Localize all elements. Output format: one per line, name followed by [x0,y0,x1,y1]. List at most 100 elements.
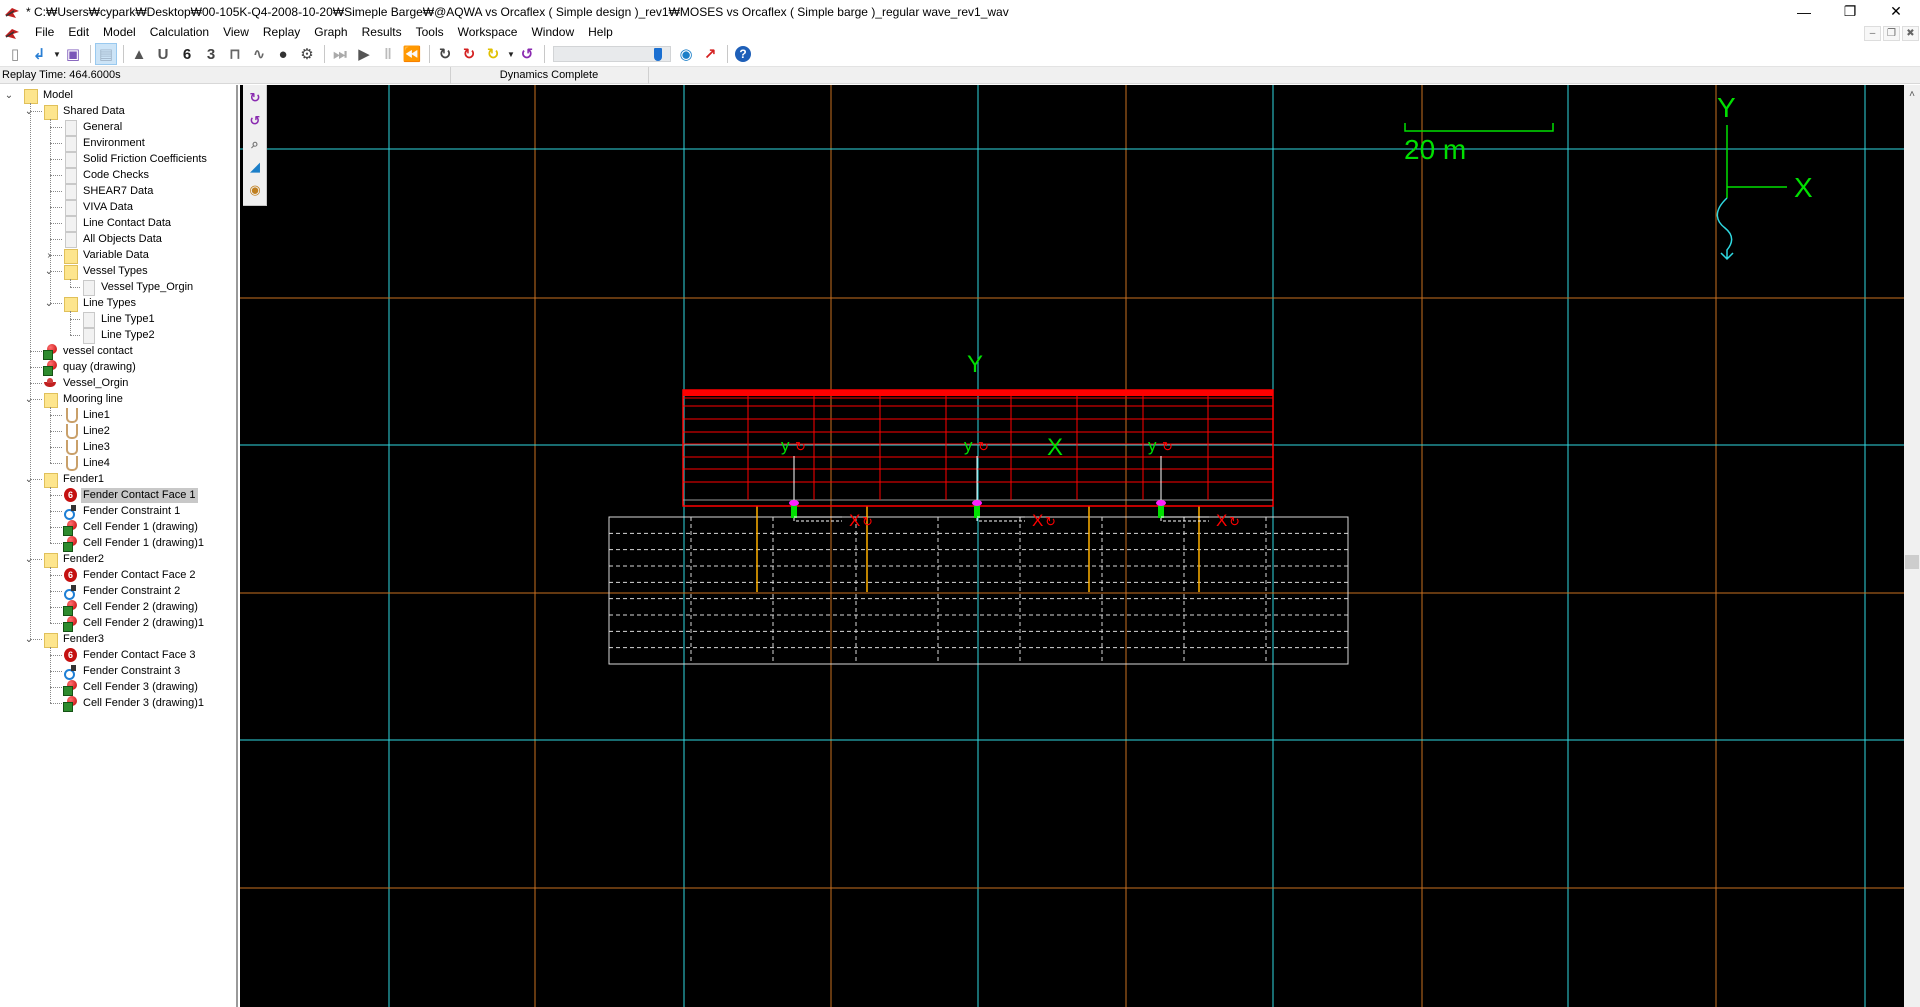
run-statics-button[interactable]: ↻ [434,43,456,65]
tree-item[interactable]: Line Type2 [80,327,157,344]
tree-item[interactable]: Line3 [62,439,112,455]
tree-item[interactable]: Fender Contact Face 1 [62,487,198,503]
rotate-around-icon[interactable]: ↺ [246,112,264,130]
menu-results[interactable]: Results [355,23,409,42]
slider-thumb[interactable] [654,48,663,61]
dropdown-arrow-icon[interactable]: ▼ [52,43,62,65]
menu-workspace[interactable]: Workspace [451,23,525,42]
tree-item[interactable]: Fender1 [42,471,106,488]
tree-item[interactable]: SHEAR7 Data [62,183,155,200]
graph-button[interactable]: ↗ [699,43,721,65]
scroll-up-icon[interactable]: ˄ [1904,87,1920,101]
replay-speed-slider[interactable] [553,46,671,62]
view-parameters-icon[interactable]: ◉ [246,181,264,199]
window-restore-button[interactable]: ❐ [1827,0,1873,23]
tree-item[interactable]: Line4 [62,455,112,471]
model-browser-button[interactable]: ▤ [95,43,117,65]
tree-item[interactable]: Vessel_Orgin [42,375,130,391]
rewind-button[interactable]: ⏪ [401,43,423,65]
play-button[interactable]: ▶ [353,43,375,65]
tree-item[interactable]: Line Contact Data [62,215,173,232]
3d-view-canvas[interactable]: YXy ↻X ↻y ↻X ↻y ↻X ↻20 mYX [240,85,1904,1007]
save-button[interactable]: ▣ [62,43,84,65]
zoom-icon[interactable]: ⌕ [246,135,264,153]
tree-item[interactable]: Environment [62,135,147,152]
scrollbar-thumb[interactable] [1905,555,1919,569]
tree-item[interactable]: Cell Fender 2 (drawing)1 [62,615,206,632]
tree-item[interactable]: Fender Constraint 3 [62,663,182,680]
rotate-up-icon[interactable]: ↻ [246,89,264,107]
new-shape-button[interactable]: ● [272,43,294,65]
shaded-view-icon[interactable]: ◢ [246,158,264,176]
reset-button[interactable]: ↺ [516,43,538,65]
new-line-button[interactable]: U [152,43,174,65]
menu-calculation[interactable]: Calculation [143,23,216,42]
tree-item[interactable]: Cell Fender 3 (drawing)1 [62,695,206,712]
tree-item[interactable]: quay (drawing) [42,359,138,376]
tree-item[interactable]: Cell Fender 1 (drawing) [62,519,200,536]
chevron-down-icon[interactable]: ⌄ [4,90,14,101]
tree-item[interactable]: vessel contact [42,343,135,360]
global-x-axis-label: X [1794,172,1813,203]
tree-item[interactable]: Variable Data [62,247,151,264]
tree-item[interactable]: General [62,119,124,136]
mdi-close-button[interactable]: ✖ [1902,26,1919,41]
new-vessel-button[interactable]: ▲ [128,43,150,65]
tree-item[interactable]: Code Checks [62,167,151,184]
pause-simulation-button[interactable]: ↻ [482,43,504,65]
menu-graph[interactable]: Graph [307,23,354,42]
tree-item[interactable]: Shared Data [42,103,127,120]
mdi-restore-button[interactable]: ❐ [1883,26,1900,41]
tree-item[interactable]: Solid Friction Coefficients [62,151,209,168]
run-dynamics-button[interactable]: ↻ [458,43,480,65]
menu-replay[interactable]: Replay [256,23,307,42]
new-link-button[interactable]: ∿ [248,43,270,65]
vertical-scrollbar[interactable]: ˄ [1904,85,1920,1007]
document-system-menu-icon[interactable] [4,26,20,40]
tree-item[interactable]: Fender Constraint 1 [62,503,182,520]
menu-view[interactable]: View [216,23,256,42]
menu-help[interactable]: Help [581,23,620,42]
tree-item[interactable]: Model [22,87,75,104]
tree-item-label: Cell Fender 3 (drawing) [83,680,198,693]
tree-item[interactable]: Mooring line [42,391,125,408]
tree-item[interactable]: Cell Fender 1 (drawing)1 [62,535,206,552]
tree-item[interactable]: Cell Fender 3 (drawing) [62,679,200,696]
tree-item[interactable]: Cell Fender 2 (drawing) [62,599,200,616]
pause-button[interactable]: ‖ [377,43,399,65]
new-constraint-button[interactable]: ⚙ [296,43,318,65]
new-3d-buoy-button[interactable]: 3 [200,43,222,65]
open-file-button[interactable]: ↲ [28,43,50,65]
new-file-button[interactable]: ▯ [4,43,26,65]
tree-item[interactable]: Fender Constraint 2 [62,583,182,600]
help-button[interactable]: ? [732,43,754,65]
tree-item[interactable]: Vessel Types [62,263,150,280]
dropdown-arrow-icon[interactable]: ▼ [506,43,516,65]
tree-item[interactable]: Line Type1 [80,311,157,328]
tree-item[interactable]: VIVA Data [62,199,135,216]
window-minimize-button[interactable]: — [1781,0,1827,23]
menu-file[interactable]: File [28,23,61,42]
tree-item[interactable]: Fender2 [42,551,106,568]
new-6d-buoy-button[interactable]: 6 [176,43,198,65]
tree-item[interactable]: Line2 [62,423,112,439]
tree-item[interactable]: Fender3 [42,631,106,648]
mdi-minimize-button[interactable]: – [1864,26,1881,41]
menu-window[interactable]: Window [524,23,581,42]
menu-edit[interactable]: Edit [61,23,96,42]
menu-model[interactable]: Model [96,23,143,42]
tree-item[interactable]: Line Types [62,295,138,312]
tree-connector [50,207,62,208]
step-button[interactable]: ⏭ [329,43,351,65]
tree-item[interactable]: Fender Contact Face 2 [62,567,198,583]
window-close-button[interactable]: ✕ [1873,0,1919,23]
tree-connector [50,239,62,240]
menu-tools[interactable]: Tools [409,23,451,42]
tree-item[interactable]: All Objects Data [62,231,164,248]
tree-item[interactable]: Line1 [62,407,112,423]
3d-view[interactable]: Y Xy ↻ X ↻ y ↻ X ↻ y ↻ X ↻ 20 mYX [240,85,1904,1007]
view-button[interactable]: ◉ [675,43,697,65]
tree-item[interactable]: Vessel Type_Orgin [80,279,195,296]
new-winch-button[interactable]: ⊓ [224,43,246,65]
tree-item[interactable]: Fender Contact Face 3 [62,647,198,663]
